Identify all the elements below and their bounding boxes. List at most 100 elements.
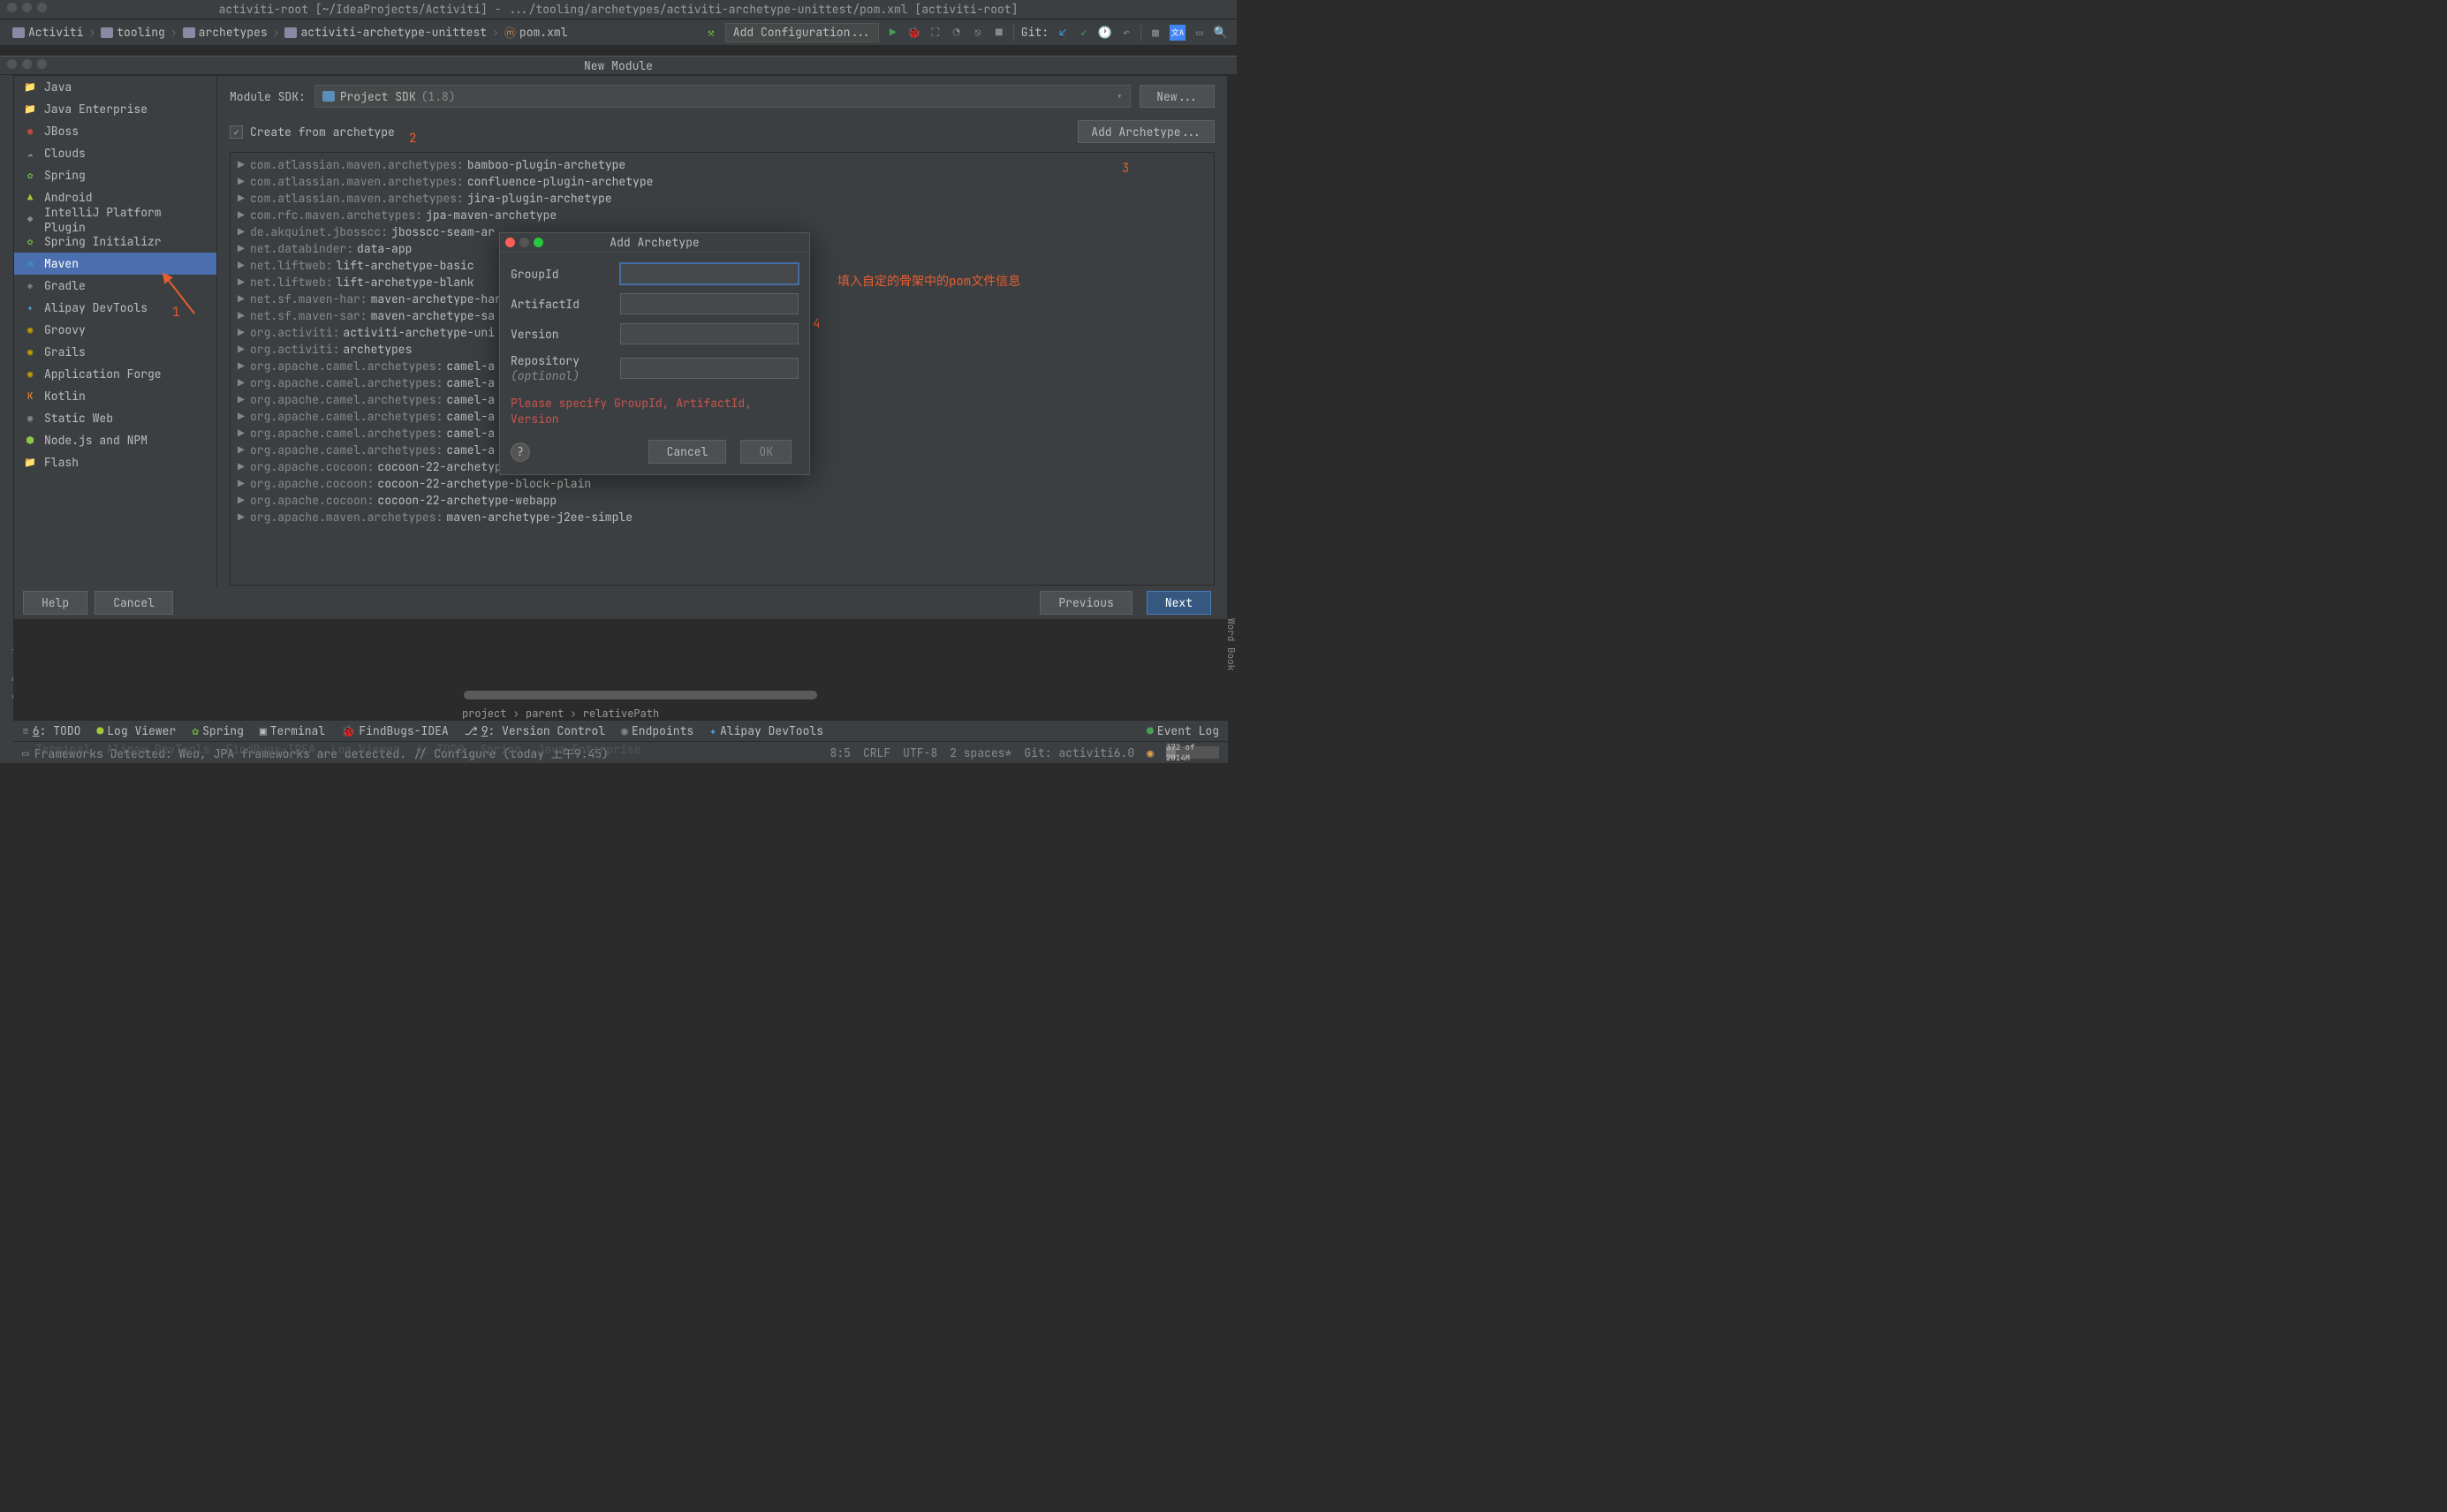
tech-item-groovy[interactable]: ◉Groovy xyxy=(14,319,216,341)
zoom-icon[interactable] xyxy=(37,59,47,69)
archetype-item[interactable]: ▶com.atlassian.maven.archetypes:bamboo-p… xyxy=(231,156,1214,173)
git-update-icon[interactable]: ↙ xyxy=(1056,26,1070,40)
expand-icon: ▶ xyxy=(238,174,246,189)
horizontal-scrollbar[interactable] xyxy=(464,691,817,699)
breadcrumb-item[interactable]: tooling xyxy=(97,25,169,40)
tech-icon: ◈ xyxy=(23,279,37,293)
event-log-button[interactable]: ●Event Log xyxy=(1147,723,1219,738)
maven-file-icon: ⓜ xyxy=(504,24,516,41)
archetype-item[interactable]: ▶org.apache.maven.archetypes:maven-arche… xyxy=(231,509,1214,525)
tool-window-spring[interactable]: ✿Spring xyxy=(192,723,244,738)
close-icon[interactable] xyxy=(7,59,17,69)
tech-item-node-js-and-npm[interactable]: ⬢Node.js and NPM xyxy=(14,429,216,451)
close-icon[interactable] xyxy=(505,238,515,247)
tech-icon: ✿ xyxy=(23,169,37,183)
tech-item-java-enterprise[interactable]: 📁Java Enterprise xyxy=(14,98,216,120)
new-sdk-button[interactable]: New... xyxy=(1140,85,1215,108)
tech-item-static-web[interactable]: ◉Static Web xyxy=(14,407,216,429)
help-icon[interactable]: ? xyxy=(511,442,530,462)
help-button[interactable]: Help xyxy=(23,591,87,615)
tool-window--todo[interactable]: ≡6: TODO xyxy=(22,723,80,738)
zoom-icon[interactable] xyxy=(534,238,543,247)
structure-icon[interactable]: ▦ xyxy=(1148,26,1163,40)
archetype-item[interactable]: ▶com.atlassian.maven.archetypes:jira-plu… xyxy=(231,190,1214,207)
tech-icon: ▲ xyxy=(23,191,37,205)
tech-item-grails[interactable]: ◉Grails xyxy=(14,341,216,363)
layout-icon[interactable]: ▭ xyxy=(1193,26,1207,40)
hammer-icon[interactable]: ⚒ xyxy=(704,26,718,40)
tech-item-maven[interactable]: mMaven xyxy=(14,253,216,275)
zoom-icon[interactable] xyxy=(37,3,47,12)
tech-item-spring[interactable]: ✿Spring xyxy=(14,164,216,186)
expand-icon: ▶ xyxy=(238,375,246,390)
next-button[interactable]: Next xyxy=(1147,591,1211,615)
tech-icon: ◉ xyxy=(23,345,37,359)
coverage-icon[interactable]: ⛶ xyxy=(928,26,943,40)
tool-window-log-viewer[interactable]: ●Log Viewer xyxy=(96,723,176,738)
profile-icon[interactable]: ◔ xyxy=(950,26,964,40)
tech-item-jboss[interactable]: ◉JBoss xyxy=(14,120,216,142)
history-icon[interactable]: 🕐 xyxy=(1098,26,1112,40)
dialog-ok-button[interactable]: OK xyxy=(740,440,792,464)
tech-icon: ☁ xyxy=(23,147,37,161)
tech-item-flash[interactable]: 📁Flash xyxy=(14,451,216,473)
minimize-icon[interactable] xyxy=(22,59,32,69)
previous-button[interactable]: Previous xyxy=(1040,591,1132,615)
cancel-button[interactable]: Cancel xyxy=(95,591,173,615)
breadcrumb-item[interactable]: ⓜpom.xml xyxy=(501,24,572,41)
tech-item-alipay-devtools[interactable]: ✦Alipay DevTools xyxy=(14,297,216,319)
git-commit-icon[interactable]: ✓ xyxy=(1077,26,1091,40)
revert-icon[interactable]: ↶ xyxy=(1119,26,1133,40)
expand-icon: ▶ xyxy=(238,325,246,340)
background-tool-tabs: TerminalAlipay DevToolsFindBugs-IDEALog … xyxy=(27,742,1228,758)
minimize-icon[interactable] xyxy=(22,3,32,12)
search-icon[interactable]: 🔍 xyxy=(1214,26,1228,40)
tool-window-terminal[interactable]: ▣Terminal xyxy=(260,723,325,738)
create-from-archetype-checkbox[interactable]: ✓ xyxy=(230,125,243,139)
attach-icon[interactable]: ⎋ xyxy=(971,26,985,40)
expand-icon: ▶ xyxy=(238,392,246,407)
tool-window-alipay-devtools[interactable]: ✦Alipay DevTools xyxy=(709,723,823,738)
repository-field[interactable] xyxy=(620,358,799,379)
tech-item-java[interactable]: 📁Java xyxy=(14,76,216,98)
expand-icon: ▶ xyxy=(238,459,246,474)
tool-window-findbugs-idea[interactable]: 🐞FindBugs-IDEA xyxy=(341,723,449,738)
debug-icon[interactable]: 🐞 xyxy=(907,26,921,40)
archetype-item[interactable]: ▶com.rfc.maven.archetypes:jpa-maven-arch… xyxy=(231,207,1214,223)
tech-item-gradle[interactable]: ◈Gradle xyxy=(14,275,216,297)
add-archetype-dialog: Add Archetype GroupId ArtifactId Version… xyxy=(499,232,810,475)
expand-icon: ▶ xyxy=(238,241,246,256)
run-icon[interactable]: ▶ xyxy=(886,26,900,40)
tech-icon: ✦ xyxy=(23,301,37,315)
breadcrumb-item[interactable]: Activiti xyxy=(9,25,87,40)
archetype-item[interactable]: ▶org.apache.cocoon:cocoon-22-archetype-w… xyxy=(231,492,1214,509)
tool-window-endpoints[interactable]: ◉Endpoints xyxy=(621,723,693,738)
tech-icon: m xyxy=(23,257,37,271)
add-archetype-button[interactable]: Add Archetype... xyxy=(1078,120,1215,143)
archetype-item[interactable]: ▶org.apache.cocoon:cocoon-22-archetype-b… xyxy=(231,475,1214,492)
dialog-cancel-button[interactable]: Cancel xyxy=(648,440,727,464)
version-field[interactable] xyxy=(620,323,799,344)
groupid-field[interactable] xyxy=(620,263,799,284)
breadcrumb-item[interactable]: archetypes xyxy=(179,25,271,40)
ghost-tab: Terminal xyxy=(35,742,90,758)
close-icon[interactable] xyxy=(7,3,17,12)
module-sdk-select[interactable]: Project SDK (1.8) ▾ xyxy=(314,85,1131,108)
tech-item-kotlin[interactable]: KKotlin xyxy=(14,385,216,407)
artifactid-field[interactable] xyxy=(620,293,799,314)
ghost-tab: Alipay DevTools xyxy=(106,742,209,758)
artifactid-label: ArtifactId xyxy=(511,297,620,312)
minimize-icon[interactable] xyxy=(519,238,529,247)
breadcrumb-item[interactable]: activiti-archetype-unittest xyxy=(281,25,490,40)
expand-icon: ▶ xyxy=(238,476,246,491)
tool-window--version-control[interactable]: ⎇9: Version Control xyxy=(465,723,605,738)
translate-icon[interactable]: 文A xyxy=(1170,25,1186,41)
tech-item-intellij-platform-plugin[interactable]: ◆IntelliJ Platform Plugin xyxy=(14,208,216,231)
tech-item-application-forge[interactable]: ◉Application Forge xyxy=(14,363,216,385)
left-gutter: ★ 2: Favorites xyxy=(0,75,13,763)
tech-item-clouds[interactable]: ☁Clouds xyxy=(14,142,216,164)
archetype-item[interactable]: ▶com.atlassian.maven.archetypes:confluen… xyxy=(231,173,1214,190)
run-config-select[interactable]: Add Configuration... xyxy=(725,23,879,42)
editor-breadcrumb[interactable]: project › parent › relativePath xyxy=(462,707,659,721)
stop-icon[interactable]: ■ xyxy=(992,26,1006,40)
